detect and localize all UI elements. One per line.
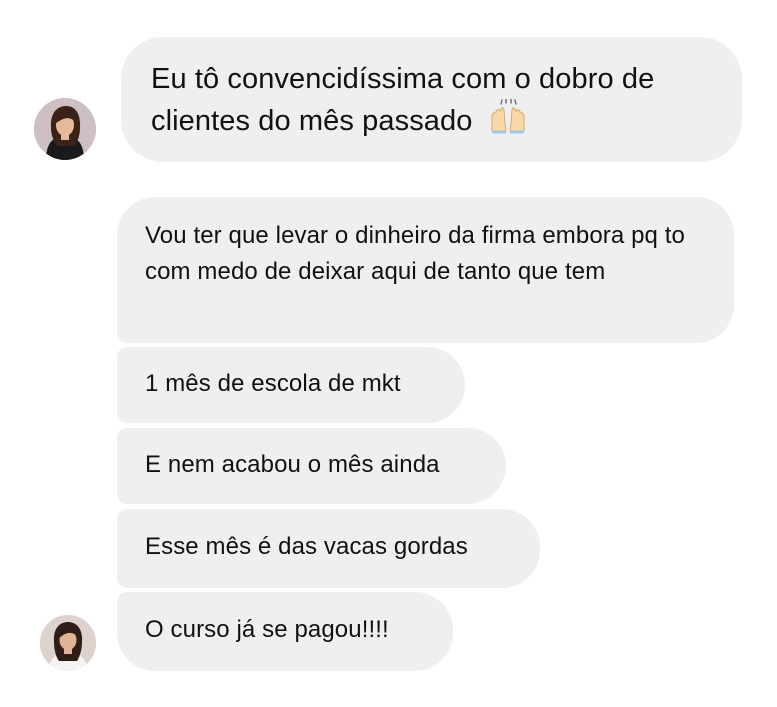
message-text: O curso já se pagou!!!! <box>145 616 389 643</box>
message-text: E nem acabou o mês ainda <box>145 451 440 478</box>
raising-hands-emoji-icon <box>487 98 529 146</box>
message-bubble[interactable]: Vou ter que levar o dinheiro da firma em… <box>117 197 734 343</box>
message-bubble[interactable]: Esse mês é das vacas gordas <box>117 509 540 588</box>
message-text-content: Eu tô convencidíssima com o dobro de cli… <box>151 63 655 138</box>
sender-avatar-top[interactable] <box>34 98 96 160</box>
message-text: 1 mês de escola de mkt <box>145 370 401 397</box>
message-bubble[interactable]: O curso já se pagou!!!! <box>117 592 453 671</box>
message-bubble[interactable]: Eu tô convencidíssima com o dobro de cli… <box>121 37 742 162</box>
message-bubble[interactable]: 1 mês de escola de mkt <box>117 347 465 423</box>
chat-thread: Eu tô convencidíssima com o dobro de cli… <box>0 0 777 707</box>
message-text: Vou ter que levar o dinheiro da firma em… <box>145 222 685 285</box>
sender-avatar-bottom[interactable] <box>40 615 96 671</box>
message-bubble[interactable]: E nem acabou o mês ainda <box>117 428 506 504</box>
avatar-portrait-icon <box>34 98 96 160</box>
avatar-portrait-icon <box>40 615 96 671</box>
message-text: Eu tô convencidíssima com o dobro de cli… <box>151 59 712 146</box>
message-text: Esse mês é das vacas gordas <box>145 533 468 560</box>
